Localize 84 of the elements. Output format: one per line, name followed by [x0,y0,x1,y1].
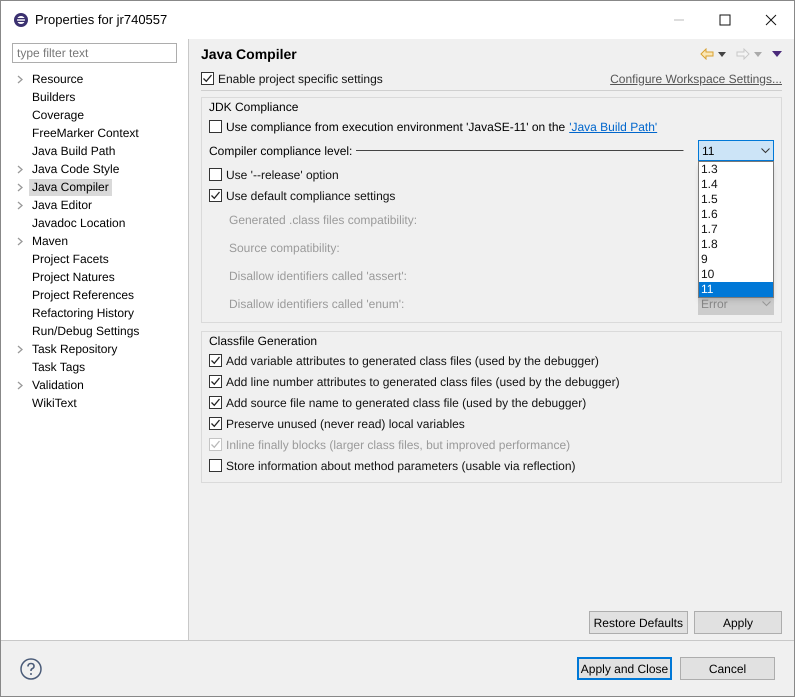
apply-and-close-button[interactable]: Apply and Close [577,657,672,680]
page-title: Java Compiler [201,44,297,64]
cancel-button[interactable]: Cancel [680,657,775,680]
dropdown-option[interactable]: 10 [699,267,773,282]
checkbox-label: Add line number attributes to generated class files (used by the debugger) [226,374,620,390]
checkbox-label: Enable project specific settings [218,70,383,88]
tree-item[interactable]: Java Code Style [29,160,122,178]
dropdown-option[interactable]: 1.3 [699,162,773,177]
checkbox-label: Use compliance from execution environment 'JavaSE-11' on the [226,118,566,136]
check-icon [210,376,221,387]
tree-item[interactable]: Java Editor [29,196,96,214]
tree-item[interactable]: Task Repository [29,340,120,358]
dropdown-option[interactable]: 1.7 [699,222,773,237]
tree-item[interactable]: FreeMarker Context [29,124,142,142]
expand-icon[interactable] [17,344,23,354]
window-title: Properties for jr740557 [35,11,168,30]
dropdown-option[interactable]: 1.8 [699,237,773,252]
apply-button[interactable]: Apply [694,611,782,634]
expand-icon[interactable] [17,164,23,174]
group-title: JDK Compliance [209,99,300,116]
checkbox[interactable] [209,168,222,181]
tree-item[interactable]: Java Build Path [29,142,118,160]
checkbox-label: Store information about method parameters (usable via reflection) [226,458,576,474]
tree-item[interactable]: Maven [29,232,72,250]
tree-item[interactable]: Run/Debug Settings [29,322,142,340]
checkbox-label: Inline finally blocks (larger class files, but improved performance) [226,436,570,454]
tree-item[interactable]: Project Facets [29,250,112,268]
checkbox[interactable] [209,120,222,133]
restore-defaults-button[interactable]: Restore Defaults [588,611,688,634]
checkbox[interactable] [209,459,222,472]
tree-item[interactable]: Javadoc Location [29,214,128,232]
checkbox[interactable] [209,375,222,388]
checkbox-label: Add source file name to generated class file (used by the debugger) [226,394,586,412]
checkbox[interactable] [209,417,222,430]
expand-icon[interactable] [17,182,23,192]
checkbox[interactable] [209,396,222,409]
expand-icon[interactable] [17,200,23,210]
tree-item[interactable]: Coverage [29,106,88,124]
tree-item[interactable]: Project Natures [29,268,118,286]
caret-icon[interactable] [718,52,726,56]
dropdown-option[interactable]: 11 [699,282,773,297]
check-icon [210,190,221,201]
tree-item[interactable]: Refactoring History [29,304,138,322]
expand-icon[interactable] [17,74,23,84]
checkbox-label: Use default compliance settings [226,188,396,204]
checkbox-label: Preserve unused (never read) local variables [226,416,465,432]
dropdown-option[interactable]: 1.5 [699,192,773,207]
field-label: Generated .class files compatibility: [229,212,418,229]
check-icon [210,397,221,408]
check-icon [210,439,221,450]
dropdown-option[interactable]: 9 [699,252,773,267]
checkbox[interactable] [201,72,214,85]
tree-item[interactable]: Validation [29,376,87,394]
checkbox-label: Add variable attributes to generated class files (used by the debugger) [226,352,599,370]
group-title: Classfile Generation [209,333,318,350]
expand-icon[interactable] [17,236,23,246]
tree-item[interactable]: Task Tags [29,358,88,376]
field-label: Compiler compliance level: [209,142,352,160]
help-icon[interactable] [20,658,42,680]
field-label: Disallow identifiers called 'enum': [229,296,404,313]
tree-item[interactable]: Java Compiler [29,178,112,196]
expand-icon[interactable] [17,380,23,390]
checkbox-label: Use '--release' option [226,166,339,184]
field-label: Disallow identifiers called 'assert': [229,268,407,285]
field-label: Source compatibility: [229,240,340,257]
check-icon [210,418,221,429]
chevron-down-icon [762,301,771,307]
check-icon [202,73,213,84]
checkbox[interactable] [209,354,222,367]
workspace-settings-link[interactable]: Configure Workspace Settings... [610,70,782,88]
tree-item[interactable]: Project References [29,286,138,304]
menu-icon[interactable] [772,51,782,57]
filter-field[interactable]: type filter text [12,43,177,63]
compliance-dropdown[interactable]: 11 [698,140,774,161]
tree-item[interactable]: Resource [29,70,86,88]
tree-item[interactable]: Builders [29,88,78,106]
app-icon [13,12,29,28]
build-path-link[interactable]: 'Java Build Path' [569,118,658,136]
checkbox[interactable] [209,189,222,202]
dropdown-option[interactable]: 1.4 [699,177,773,192]
check-icon [210,355,221,366]
chevron-down-icon [761,148,770,154]
tree-item[interactable]: WikiText [29,394,80,412]
dropdown-option[interactable]: 1.6 [699,207,773,222]
